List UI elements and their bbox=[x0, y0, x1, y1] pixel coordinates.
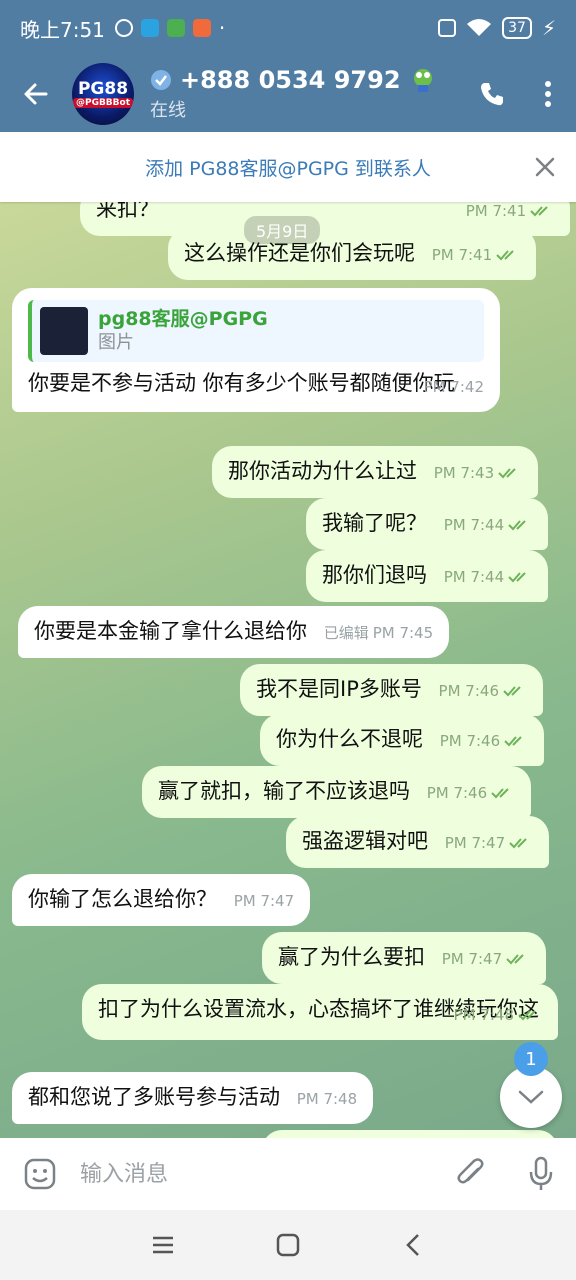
message-time: PM 7:48 bbox=[453, 1006, 514, 1024]
message-bubble[interactable]: 你要是本金输了拿什么退给你 已编辑 PM 7:45 bbox=[18, 606, 450, 658]
message-time: PM 7:43 bbox=[433, 464, 495, 482]
battery-icon: 37 bbox=[502, 17, 532, 39]
double-check-icon bbox=[506, 954, 524, 965]
double-check-icon bbox=[518, 1010, 536, 1021]
reply-preview[interactable]: pg88客服@PGPG 图片 bbox=[28, 300, 484, 362]
more-vertical-icon[interactable] bbox=[520, 56, 576, 132]
emoji-icon[interactable] bbox=[0, 1138, 80, 1210]
message-time: PM 7:41 bbox=[465, 202, 527, 220]
verified-badge-icon bbox=[151, 70, 171, 90]
online-status: 在线 bbox=[150, 100, 186, 121]
message-text: 我输了呢？ bbox=[322, 511, 427, 535]
double-check-icon bbox=[508, 572, 526, 583]
message-time: PM 7:47 bbox=[444, 834, 506, 852]
frog-emoji-icon bbox=[413, 69, 432, 92]
date-chip: 5月9日 bbox=[244, 216, 321, 244]
back-icon[interactable] bbox=[383, 1215, 443, 1275]
attach-icon[interactable] bbox=[436, 1138, 506, 1210]
message-time: PM 7:44 bbox=[443, 516, 505, 534]
message-bubble[interactable]: 我输了呢？ PM 7:44 bbox=[306, 498, 549, 550]
silent-icon bbox=[114, 19, 133, 37]
message-composer bbox=[0, 1138, 576, 1210]
contact-info[interactable]: +888 0534 9792 在线 bbox=[150, 66, 464, 122]
message-time: PM 7:42 bbox=[423, 378, 484, 396]
reply-type: 图片 bbox=[98, 332, 134, 353]
message-bubble[interactable]: 赢了就扣，输了不应该退吗 PM 7:46 bbox=[142, 766, 532, 818]
double-check-icon bbox=[503, 686, 521, 697]
back-arrow-icon[interactable] bbox=[0, 56, 72, 132]
message-bubble[interactable]: 扣了为什么设置流水，心态搞坏了谁继续玩你这 PM 7:48 bbox=[82, 984, 558, 1040]
system-nav-bar bbox=[0, 1210, 576, 1280]
message-text: 你为什么不退呢 bbox=[276, 727, 423, 751]
home-icon[interactable] bbox=[258, 1215, 318, 1275]
message-time: PM 7:45 bbox=[372, 624, 434, 642]
recent-apps-icon[interactable] bbox=[133, 1215, 193, 1275]
message-bubble[interactable]: 我不是同IP多账号 PM 7:46 bbox=[240, 664, 543, 716]
message-bubble[interactable]: 赢了为什么要扣 PM 7:47 bbox=[262, 932, 547, 984]
unread-count-badge: 1 bbox=[514, 1042, 548, 1076]
chevron-down-icon bbox=[518, 1090, 544, 1104]
message-time: PM 7:47 bbox=[233, 892, 295, 910]
message-text: 那你们退吗 bbox=[322, 563, 427, 587]
avatar-text: PG88 bbox=[77, 79, 129, 99]
message-text: 那你活动为什么让过 bbox=[228, 459, 417, 483]
message-bubble[interactable]: pg88客服@PGPG 图片 你要是不参与活动 你有多少个账号都随便你玩 PM … bbox=[12, 288, 500, 412]
message-bubble[interactable]: 那你活动为什么让过 PM 7:43 bbox=[212, 446, 539, 498]
double-check-icon bbox=[509, 838, 527, 849]
double-check-icon bbox=[530, 206, 548, 217]
double-check-icon bbox=[504, 736, 522, 747]
message-input[interactable] bbox=[80, 1161, 436, 1187]
message-bubble[interactable]: 强盗逻辑对吧 PM 7:47 bbox=[286, 816, 550, 868]
notification-icons: · bbox=[114, 16, 226, 40]
telegram-icon bbox=[140, 19, 159, 37]
message-text: 你要是本金输了拿什么退给你 bbox=[34, 619, 307, 643]
sim-icon bbox=[438, 19, 457, 37]
message-time: PM 7:46 bbox=[426, 784, 488, 802]
shop-icon bbox=[192, 19, 211, 37]
message-text: 我不是同IP多账号 bbox=[256, 677, 422, 701]
image-thumbnail bbox=[40, 307, 88, 355]
message-time: PM 7:46 bbox=[438, 682, 499, 700]
double-check-icon bbox=[496, 250, 514, 261]
message-bubble[interactable]: 那你们退吗 PM 7:44 bbox=[306, 550, 549, 602]
status-bar: 晚上7:51 · 37 ⚡ bbox=[0, 0, 576, 56]
message-text: 赢了为什么要扣 bbox=[278, 945, 425, 969]
message-time: PM 7:47 bbox=[441, 950, 503, 968]
avatar[interactable]: PG88 @PGBBBot bbox=[72, 63, 134, 125]
phone-call-icon[interactable] bbox=[464, 56, 520, 132]
add-contact-banner[interactable]: 添加 PG88客服@PGPG 到联系人 bbox=[0, 132, 576, 202]
close-icon[interactable] bbox=[532, 154, 558, 180]
message-bubble-partial[interactable] bbox=[262, 1130, 558, 1138]
message-bubble[interactable]: 你为什么不退呢 PM 7:46 bbox=[260, 714, 545, 766]
chat-header: PG88 @PGBBBot +888 0534 9792 在线 bbox=[0, 56, 576, 132]
more-dot-icon: · bbox=[218, 16, 226, 40]
reply-sender: pg88客服@PGPG bbox=[98, 308, 268, 330]
message-bubble[interactable]: 都和您说了多账号参与活动 PM 7:48 bbox=[12, 1072, 374, 1124]
double-check-icon bbox=[498, 468, 516, 479]
app-icon bbox=[166, 19, 185, 37]
avatar-subtext: @PGBBBot bbox=[72, 98, 134, 108]
message-time: PM 7:44 bbox=[443, 568, 505, 586]
message-text: 你输了怎么退给你？ bbox=[28, 887, 217, 911]
edited-label: 已编辑 bbox=[323, 624, 369, 642]
charging-icon: ⚡ bbox=[541, 16, 556, 40]
double-check-icon bbox=[491, 788, 509, 799]
message-time: PM 7:46 bbox=[439, 732, 501, 750]
message-text: 来扣？ bbox=[96, 202, 159, 221]
message-time: PM 7:48 bbox=[296, 1090, 358, 1108]
message-text: 都和您说了多账号参与活动 bbox=[28, 1085, 280, 1109]
message-text: 这么操作还是你们会玩呢 bbox=[184, 241, 415, 265]
message-bubble[interactable]: 这么操作还是你们会玩呢 PM 7:41 bbox=[168, 228, 537, 280]
wifi-icon bbox=[467, 19, 492, 36]
chat-history[interactable]: 5月9日 来扣？ PM 7:41 这么操作还是你们会玩呢 PM 7:41 pg8… bbox=[0, 202, 576, 1138]
status-time: 晚上7:51 bbox=[20, 17, 105, 42]
message-bubble[interactable]: 你输了怎么退给你？ PM 7:47 bbox=[12, 874, 311, 926]
message-time: PM 7:41 bbox=[431, 246, 493, 264]
add-contact-label: 添加 PG88客服@PGPG 到联系人 bbox=[145, 157, 431, 180]
message-text: 强盗逻辑对吧 bbox=[302, 829, 428, 853]
message-text: 赢了就扣，输了不应该退吗 bbox=[158, 779, 410, 803]
contact-name: +888 0534 9792 bbox=[180, 66, 401, 94]
microphone-icon[interactable] bbox=[506, 1138, 576, 1210]
double-check-icon bbox=[508, 520, 526, 531]
